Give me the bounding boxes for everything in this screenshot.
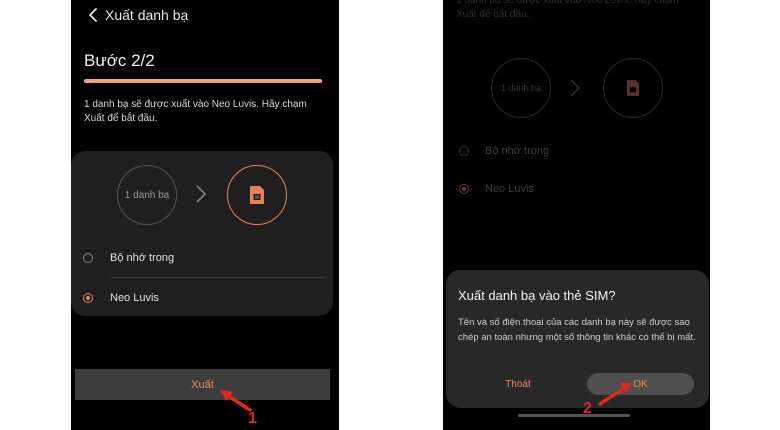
chevron-right-icon [570,79,581,97]
cancel-button[interactable]: Thoát [478,373,558,395]
option-label: Neo Luvis [485,183,534,195]
dialog-message: Tên và số điện thoại của các danh bạ này… [458,317,696,343]
chevron-right-icon [196,185,207,203]
app-header: Xuất danh bạ [71,0,339,32]
radio-internal-storage [459,146,469,156]
step-label: Bước 2/2 [84,51,155,70]
annotation-arrow-2 [598,383,632,406]
dimmed-description: 1 danh bạ sẽ được xuất vào Neo Luvis. Hã… [456,0,679,20]
page-title: Xuất danh bạ [105,7,189,23]
option-internal-storage[interactable]: Bộ nhớ trong [83,248,174,268]
destination-sim-circle [227,165,287,225]
dimmed-option-neo-luvis: Neo Luvis [459,180,534,198]
annotation-step-1: 1 [248,410,257,427]
radio-neo-luvis[interactable] [83,293,93,303]
home-indicator [518,414,630,417]
sim-card-icon [250,186,264,204]
dimmed-source-circle: 1 danh bạ [491,58,551,118]
dimmed-sim-circle [603,58,663,118]
confirm-dialog: Xuất danh bạ vào thẻ SIM? Tên và số điện… [446,270,709,408]
dimmed-option-internal: Bộ nhớ trong [459,142,549,160]
phone-screen-export: Xuất danh bạ Bước 2/2 1 danh bạ sẽ được … [71,0,339,430]
source-contacts-circle: 1 danh bạ [117,165,177,225]
option-label: Bộ nhớ trong [110,252,175,264]
annotation-step-2: 2 [583,400,592,417]
sim-card-icon [626,80,640,96]
dialog-title: Xuất danh bạ vào thẻ SIM? [458,288,616,303]
progress-bar [84,79,322,83]
destination-card: 1 danh bạ Bộ nhớ trong Neo Luvis [71,151,333,316]
export-description: 1 danh bạ sẽ được xuất vào Neo Luvis. Hã… [84,99,307,124]
back-arrow-icon[interactable] [85,6,103,24]
phone-screen-confirm: 1 danh bạ sẽ được xuất vào Neo Luvis. Hã… [443,0,710,430]
radio-neo-luvis [459,184,469,194]
radio-internal-storage[interactable] [83,253,93,263]
export-button[interactable]: Xuất [75,369,330,400]
option-label: Bộ nhớ trong [485,145,550,157]
option-neo-luvis[interactable]: Neo Luvis [83,288,159,308]
option-divider [111,277,325,278]
progress-fill [84,79,322,83]
option-label: Neo Luvis [110,292,159,304]
